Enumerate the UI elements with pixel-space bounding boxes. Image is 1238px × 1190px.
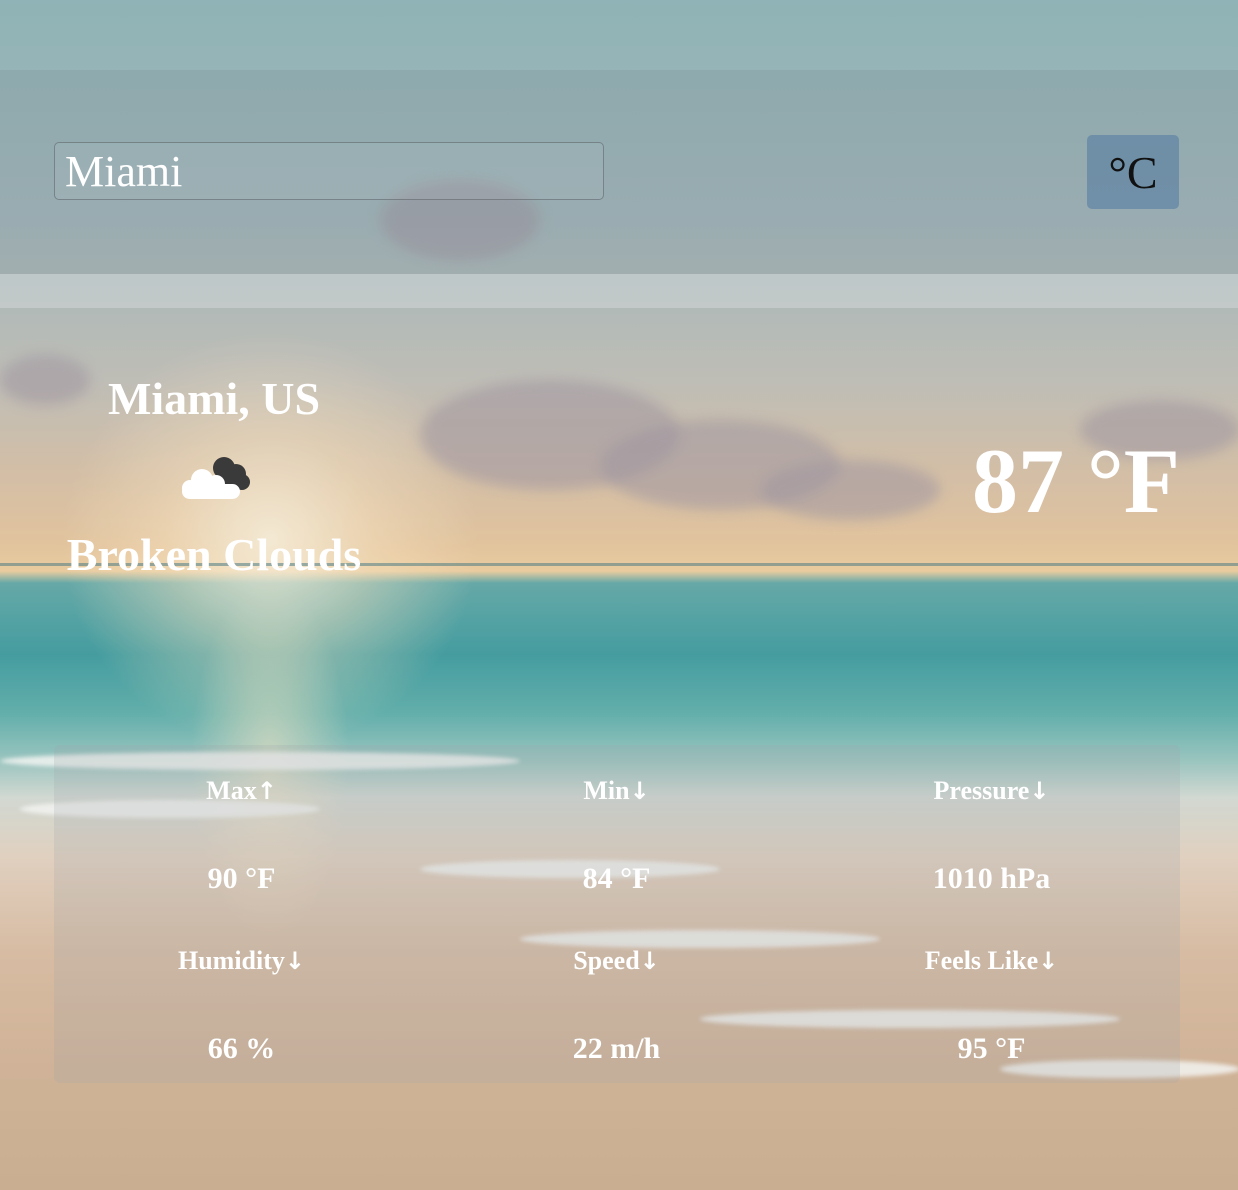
arrow-down-icon: ↓ (284, 947, 306, 975)
stat-min: Min↓ 84 °F (429, 774, 804, 896)
stat-label: Min↓ (583, 776, 650, 805)
stat-value: 1010 hPa (932, 862, 1051, 895)
stat-max: Max↑ 90 °F (54, 774, 429, 896)
search-input[interactable] (54, 142, 604, 200)
stat-label: Humidity↓ (177, 946, 306, 975)
stat-value: 95 °F (957, 1032, 1026, 1065)
arrow-down-icon: ↓ (1029, 777, 1050, 805)
arrow-down-icon: ↓ (639, 947, 660, 975)
stat-value: 84 °F (582, 862, 651, 895)
stat-speed: Speed↓ 22 m/h (429, 944, 804, 1066)
divider-strip (0, 274, 1238, 308)
stat-value: 22 m/h (572, 1032, 661, 1065)
unit-toggle-button[interactable]: °C (1087, 135, 1179, 209)
broken-clouds-icon (182, 457, 250, 499)
stat-pressure: Pressure↓ 1010 hPa (804, 774, 1179, 896)
arrow-down-icon: ↓ (629, 777, 650, 805)
arrow-up-icon: ↑ (256, 777, 277, 805)
weather-condition: Broken Clouds (66, 529, 362, 580)
location-name: Miami, US (107, 373, 321, 424)
stat-value: 90 °F (207, 862, 276, 895)
stat-label: Pressure↓ (933, 776, 1050, 805)
arrow-down-icon: ↓ (1038, 947, 1059, 975)
stat-humidity: Humidity↓ 66 % (54, 944, 429, 1066)
current-temperature: 87 °F (972, 430, 1180, 532)
stat-feels-like: Feels Like↓ 95 °F (804, 944, 1179, 1066)
stat-label: Feels Like↓ (924, 946, 1059, 975)
stat-label: Speed↓ (573, 946, 660, 975)
stat-label: Max↑ (206, 776, 277, 805)
stat-value: 66 % (207, 1032, 276, 1065)
